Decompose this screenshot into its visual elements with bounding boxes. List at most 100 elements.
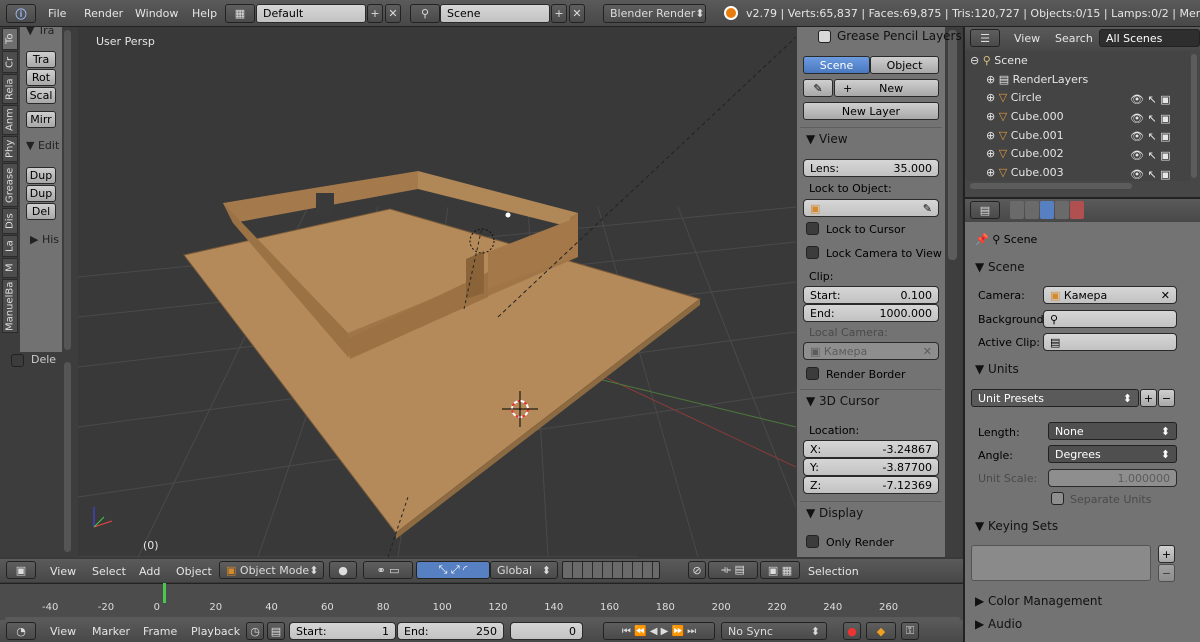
- active-clip-field[interactable]: ▤: [1043, 333, 1177, 351]
- separate-units-checkbox[interactable]: [1051, 492, 1064, 505]
- scene-field[interactable]: Scene: [440, 4, 550, 23]
- duplicate-button[interactable]: Dup: [26, 167, 56, 184]
- tab-scene[interactable]: Scene: [803, 56, 870, 74]
- playback-controls[interactable]: ⏮ ⏪ ◀ ▶ ⏩ ⏭: [603, 622, 715, 640]
- end-frame-field[interactable]: End: 250: [397, 622, 504, 640]
- scale-button[interactable]: Scal: [26, 87, 56, 104]
- remove-scene-button[interactable]: ✕: [569, 4, 585, 23]
- clear-icon[interactable]: ✕: [923, 345, 932, 358]
- keying-sets-list[interactable]: [971, 545, 1151, 581]
- remove-layout-button[interactable]: ✕: [385, 4, 401, 23]
- pivot-dropdown[interactable]: ⚭ ▭: [363, 561, 413, 579]
- snap-icons[interactable]: ⟛ ▤: [708, 561, 758, 579]
- cursor-z-field[interactable]: Z: -7.12369: [803, 476, 939, 494]
- outliner-editor-type[interactable]: ☰: [970, 29, 1000, 47]
- add-layout-button[interactable]: +: [367, 4, 383, 23]
- timeline-menu-view[interactable]: View: [50, 625, 76, 638]
- add-scene-button[interactable]: +: [551, 4, 567, 23]
- scene-selector-icon[interactable]: ⚲: [410, 4, 440, 23]
- audio-header[interactable]: ▶ Audio: [975, 617, 1022, 631]
- color-management-header[interactable]: ▶ Color Management: [975, 594, 1102, 608]
- properties-context-tabs[interactable]: [1010, 201, 1102, 219]
- timeline-menu-frame[interactable]: Frame: [143, 625, 177, 638]
- viewport-menu-view[interactable]: View: [50, 565, 76, 578]
- view-section-header[interactable]: ▼ View: [806, 132, 848, 146]
- outliner-row-cube003[interactable]: ⊕ ▽ Cube.003: [986, 166, 1064, 179]
- cursor-x-field[interactable]: X: -3.24867: [803, 440, 939, 458]
- tab-create[interactable]: Cr: [2, 51, 18, 73]
- new-layer-button[interactable]: New Layer: [803, 102, 939, 120]
- grease-pencil-checkbox[interactable]: [818, 30, 831, 43]
- length-dropdown[interactable]: None ⬍: [1048, 422, 1177, 440]
- 3d-viewport[interactable]: User Persp (0): [78, 27, 796, 557]
- layers-tab-icon[interactable]: [1025, 201, 1039, 219]
- remove-keying-set-button[interactable]: −: [1158, 564, 1175, 582]
- start-frame-field[interactable]: Start: 1: [289, 622, 396, 640]
- outliner-row-renderlayers[interactable]: ⊕ ▤ RenderLayers: [986, 73, 1088, 86]
- menu-render[interactable]: Render: [84, 7, 123, 20]
- timeline-editor-type[interactable]: ◔: [6, 622, 36, 640]
- lock-object-field[interactable]: ▣ ✎: [803, 199, 939, 217]
- outliner-view-menu[interactable]: View: [1014, 32, 1040, 45]
- viewport-menu-select[interactable]: Select: [92, 565, 126, 578]
- cursor-y-field[interactable]: Y: -3.87700: [803, 458, 939, 476]
- outliner-row-cube001[interactable]: ⊕ ▽ Cube.001: [986, 129, 1064, 142]
- delete-checkbox[interactable]: [11, 354, 24, 367]
- tool-shelf-scrollbar-lower[interactable]: [64, 362, 71, 552]
- clip-end-field[interactable]: End: 1000.000: [803, 304, 939, 322]
- screen-layout-icon[interactable]: ▦: [225, 4, 255, 23]
- display-section-header[interactable]: ▼ Display: [806, 506, 863, 520]
- tab-animation[interactable]: Anm: [2, 105, 18, 135]
- tab-display[interactable]: Dis: [2, 208, 18, 234]
- menu-window[interactable]: Window: [135, 7, 178, 20]
- outliner-row-cube000[interactable]: ⊕ ▽ Cube.000: [986, 110, 1064, 123]
- shading-dropdown[interactable]: ●: [329, 561, 357, 579]
- outliner-row-scene[interactable]: ⊖ ⚲ Scene: [970, 54, 1028, 67]
- outliner-row-circle[interactable]: ⊕ ▽ Circle: [986, 91, 1042, 104]
- object-mode-dropdown[interactable]: ▣ Object Mode ⬍: [219, 561, 324, 579]
- range-lock-toggle[interactable]: ▤: [267, 622, 285, 640]
- screen-layout-field[interactable]: Default: [256, 4, 366, 23]
- outliner-filter-dropdown[interactable]: All Scenes: [1099, 29, 1200, 47]
- grease-pencil-icon-button[interactable]: ✎: [803, 79, 833, 97]
- timeline-menu-marker[interactable]: Marker: [92, 625, 130, 638]
- current-frame-field[interactable]: 0: [510, 622, 583, 640]
- viewport-menu-add[interactable]: Add: [139, 565, 160, 578]
- lock-camera-checkbox[interactable]: [806, 246, 819, 259]
- add-preset-button[interactable]: +: [1140, 389, 1157, 407]
- outliner-hscrollbar[interactable]: [970, 183, 1132, 189]
- n-panel-scrollbar[interactable]: [948, 30, 957, 260]
- tab-manuelba[interactable]: ManuelBa: [2, 279, 18, 333]
- translate-button[interactable]: Tra: [26, 51, 56, 68]
- manipulator-buttons[interactable]: ⤡ ⤢ ◜: [416, 561, 490, 579]
- menu-file[interactable]: File: [48, 7, 66, 20]
- keying-sets-header[interactable]: ▼ Keying Sets: [975, 519, 1058, 533]
- texture-tab-icon[interactable]: [1070, 201, 1084, 219]
- clear-icon[interactable]: ✕: [1161, 289, 1170, 302]
- unit-scale-field[interactable]: 1.000000: [1048, 469, 1177, 487]
- render-engine-dropdown[interactable]: Blender Render ⬍: [603, 4, 706, 23]
- only-render-checkbox[interactable]: [806, 535, 819, 548]
- tab-tools[interactable]: To: [2, 28, 18, 50]
- duplicate-linked-button[interactable]: Dup: [26, 185, 56, 202]
- sync-dropdown[interactable]: No Sync ⬍: [721, 622, 827, 640]
- properties-editor-type[interactable]: ▤: [970, 201, 1000, 219]
- tab-la[interactable]: La: [2, 235, 18, 257]
- tab-physics[interactable]: Phy: [2, 136, 18, 162]
- 3d-cursor-section-header[interactable]: ▼ 3D Cursor: [806, 394, 879, 408]
- new-grease-pencil-button[interactable]: + New: [834, 79, 939, 97]
- transform-orientation-dropdown[interactable]: Global ⬍: [490, 561, 558, 579]
- keyframe-tools-button[interactable]: ⚿: [901, 622, 919, 640]
- pin-icon[interactable]: 📌: [975, 233, 989, 246]
- viewport-menu-object[interactable]: Object: [176, 565, 212, 578]
- edit-header[interactable]: ▼ Edit: [26, 139, 59, 152]
- timeline-menu-playback[interactable]: Playback: [191, 625, 240, 638]
- preview-range-toggle[interactable]: ◷: [246, 622, 264, 640]
- outliner-search-menu[interactable]: Search: [1055, 32, 1093, 45]
- record-button[interactable]: ●: [843, 622, 861, 640]
- lens-field[interactable]: Lens: 35.000: [803, 159, 939, 177]
- tab-object[interactable]: Object: [870, 56, 939, 74]
- keying-set-button[interactable]: ◆: [866, 622, 896, 640]
- add-keying-set-button[interactable]: +: [1158, 545, 1175, 563]
- remove-preset-button[interactable]: −: [1158, 389, 1175, 407]
